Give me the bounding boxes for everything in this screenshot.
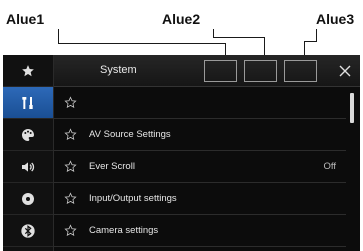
list-item-label: AV Source Settings [89, 129, 171, 140]
ever-scroll-value: Off [323, 161, 337, 172]
device-screen: System AV Source Settings Ever Scroll Of… [3, 55, 360, 251]
area-label-3: Alue3 [316, 11, 355, 27]
tools-icon [22, 96, 33, 109]
list-item-ever-scroll[interactable]: Ever Scroll Off [54, 151, 346, 183]
list-item-input-output-settings[interactable]: Input/Output settings [54, 183, 346, 215]
list-item-label: Input/Output settings [89, 193, 177, 204]
page-title: System [100, 64, 137, 76]
close-button[interactable] [335, 61, 355, 81]
list-item-av-source-settings[interactable]: AV Source Settings [54, 119, 346, 151]
area-label-2: Alue2 [162, 11, 201, 27]
scrollbar[interactable] [346, 87, 360, 251]
callout-line-3 [316, 29, 317, 41]
list-item[interactable] [54, 87, 346, 119]
star-outline-icon[interactable] [64, 128, 77, 141]
list-item-label: Ever Scroll [89, 161, 135, 172]
callout-line-2 [213, 37, 265, 38]
rail-item-source[interactable] [3, 183, 53, 215]
theme-icon [21, 128, 34, 141]
star-outline-icon[interactable] [64, 96, 77, 109]
callout-line-2 [213, 29, 214, 37]
header-button-1[interactable] [204, 60, 237, 82]
settings-list: AV Source Settings Ever Scroll Off Input… [54, 87, 360, 251]
header-button-2[interactable] [244, 60, 277, 82]
star-outline-icon[interactable] [64, 160, 77, 173]
header-button-3[interactable] [284, 60, 317, 82]
rail-item-system[interactable] [3, 87, 53, 119]
callout-line-1 [58, 43, 226, 44]
header-bar: System [54, 55, 360, 87]
scrollbar-thumb[interactable] [350, 93, 354, 123]
star-icon [22, 64, 34, 76]
callout-line-1 [58, 29, 59, 43]
rail-item-bluetooth[interactable] [3, 215, 53, 247]
star-outline-icon[interactable] [64, 224, 77, 237]
rail-item-audio[interactable] [3, 151, 53, 183]
disc-icon [22, 192, 34, 205]
list-item-camera-settings[interactable]: Camera settings [54, 215, 346, 247]
rail-item-favorites[interactable] [3, 55, 53, 87]
area-label-1: Alue1 [6, 11, 45, 27]
rail-item-theme[interactable] [3, 119, 53, 151]
close-icon [339, 65, 351, 77]
category-rail [3, 55, 54, 251]
speaker-icon [22, 161, 35, 172]
callout-line-3 [304, 41, 317, 42]
list-item-label: Camera settings [89, 225, 159, 236]
bluetooth-icon [21, 223, 35, 238]
star-outline-icon[interactable] [64, 192, 77, 205]
